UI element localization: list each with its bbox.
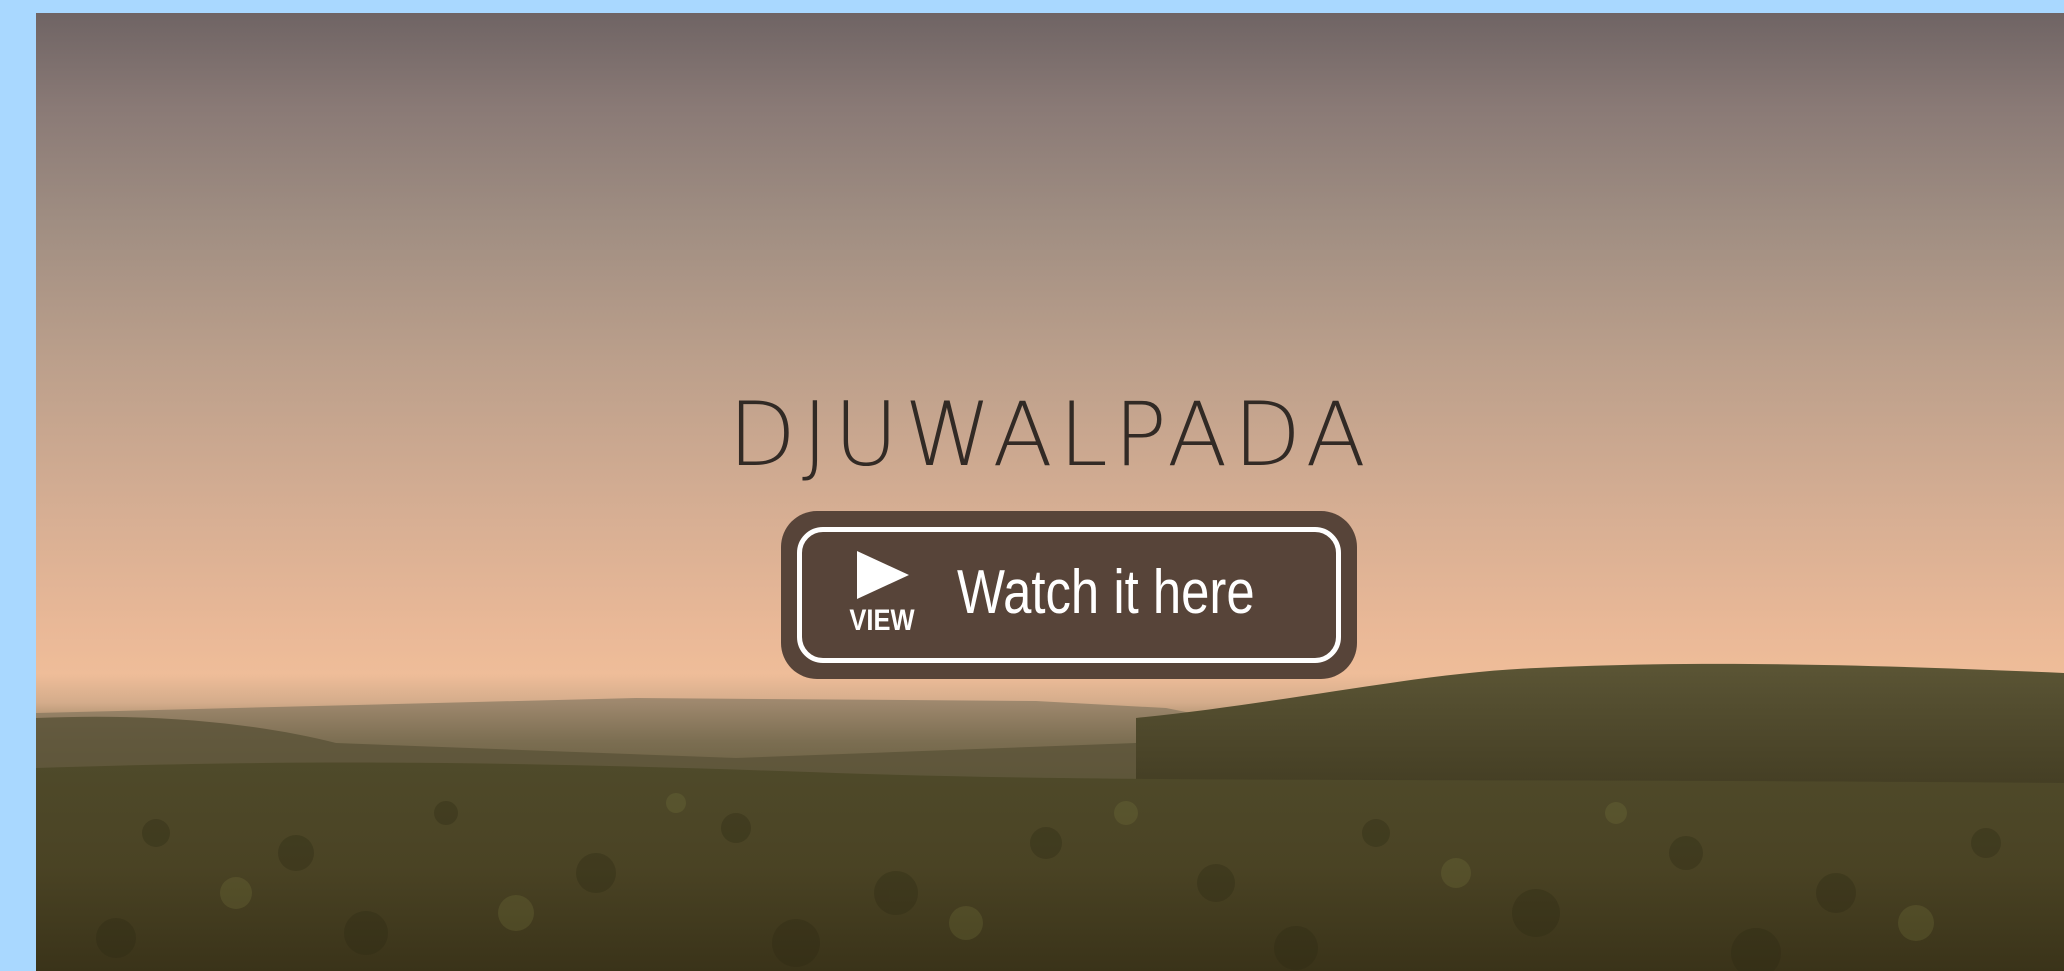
view-badge: VIEW [839, 551, 925, 643]
watch-button-label: Watch it here [957, 558, 1255, 627]
page-frame: DJUWALPADA VIEW Watch it here [0, 0, 2064, 971]
landscape-scene [36, 663, 2064, 971]
view-badge-label: VIEW [849, 604, 915, 637]
film-title: DJUWALPADA [728, 383, 1372, 486]
play-icon [857, 551, 909, 599]
watch-it-here-button[interactable]: VIEW Watch it here [781, 511, 1357, 679]
video-player[interactable]: DJUWALPADA VIEW Watch it here [36, 13, 2064, 971]
